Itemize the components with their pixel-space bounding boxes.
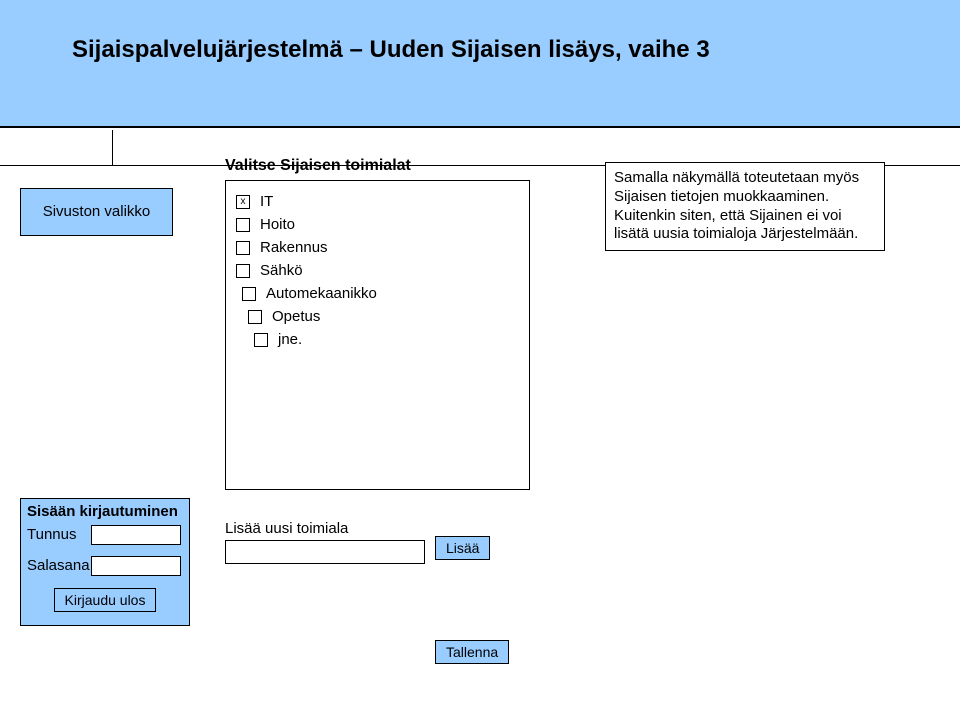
checklist-row: x IT [236, 193, 529, 210]
checklist-row: Hoito [236, 216, 529, 233]
checklist-box: x IT Hoito Rakennus Sähkö Automekaanikko Opetu… [225, 180, 530, 490]
checklist-item-label: Hoito [260, 216, 295, 233]
annotation-note: Samalla näkymällä toteutetaan myös Sijai… [605, 162, 885, 251]
checkbox[interactable]: x [236, 195, 250, 209]
site-menu-label: Sivuston valikko [21, 189, 172, 224]
save-button[interactable]: Tallenna [435, 640, 509, 664]
checkbox[interactable] [242, 287, 256, 301]
checkbox[interactable] [254, 333, 268, 347]
page-title: Sijaispalvelujärjestelmä – Uuden Sijaise… [72, 36, 710, 64]
divider-vertical [112, 130, 113, 165]
checkbox[interactable] [236, 218, 250, 232]
checklist-item-label: Sähkö [260, 262, 303, 279]
checklist-item-label: jne. [278, 331, 302, 348]
checklist-item-label: Rakennus [260, 239, 328, 256]
checklist-row: Automekaanikko [236, 285, 529, 302]
checklist-item-label: IT [260, 193, 273, 210]
username-input[interactable] [91, 525, 181, 545]
checklist-row: jne. [236, 331, 529, 348]
password-input[interactable] [91, 556, 181, 576]
checkbox[interactable] [236, 264, 250, 278]
login-panel: Sisään kirjautuminen Tunnus Salasana Kir… [20, 498, 190, 626]
checklist-row: Opetus [236, 308, 529, 325]
logout-button[interactable]: Kirjaudu ulos [54, 588, 157, 612]
add-label: Lisää uusi toimiala [225, 520, 348, 537]
checklist-items: x IT Hoito Rakennus Sähkö Automekaanikko Opetu… [226, 181, 529, 348]
checklist-row: Sähkö [236, 262, 529, 279]
site-menu-panel: Sivuston valikko [20, 188, 173, 236]
checkbox[interactable] [248, 310, 262, 324]
checklist-item-label: Automekaanikko [266, 285, 377, 302]
add-input[interactable] [225, 540, 425, 564]
checklist-title: Valitse Sijaisen toimialat [225, 157, 411, 175]
header-bar: Sijaispalvelujärjestelmä – Uuden Sijaise… [0, 0, 960, 128]
checklist-item-label: Opetus [272, 308, 320, 325]
add-button[interactable]: Lisää [435, 536, 490, 560]
login-title: Sisään kirjautuminen [21, 499, 189, 524]
checkbox[interactable] [236, 241, 250, 255]
checklist-row: Rakennus [236, 239, 529, 256]
